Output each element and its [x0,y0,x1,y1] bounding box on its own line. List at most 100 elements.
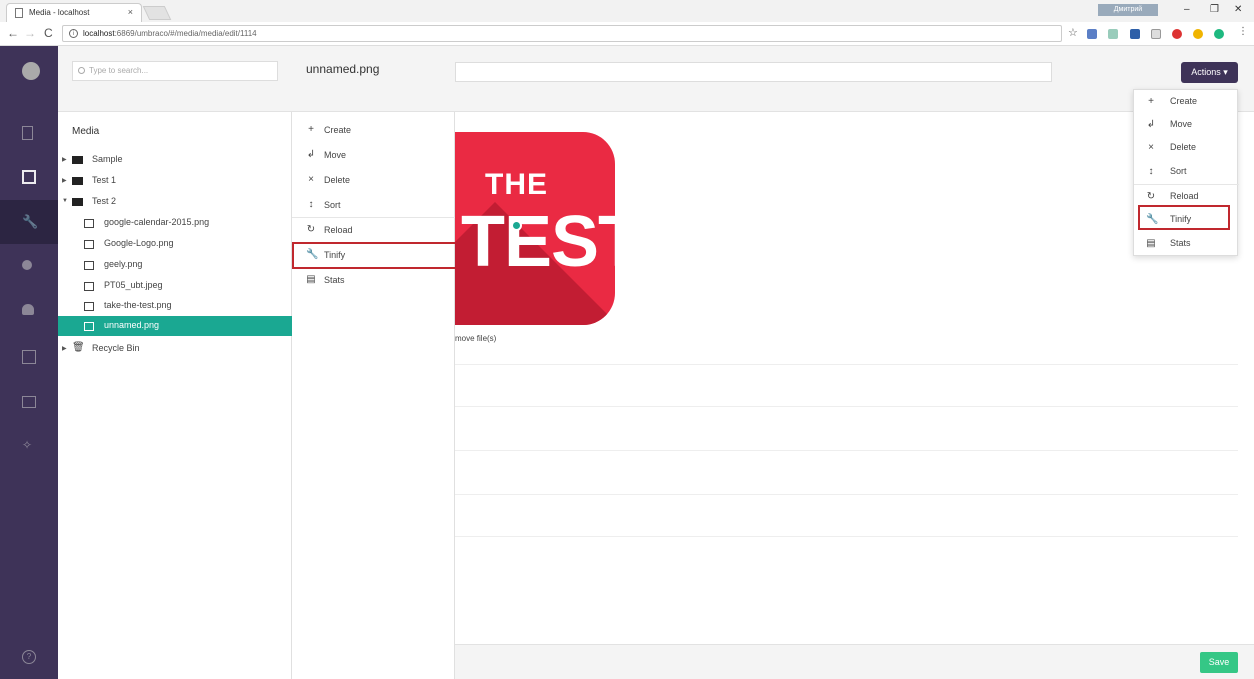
actions-dropdown: + Create ↲ Move × Delete ↕ Sort ↻ Reload… [1133,89,1239,256]
search-input[interactable]: Type to search... [72,61,278,81]
magic-wand-icon[interactable]: ✧ [22,438,36,452]
minimize-icon[interactable]: – [1184,4,1190,15]
extension-icon[interactable] [1193,29,1203,39]
extension-icon[interactable] [1130,29,1140,39]
dropdown-item-label: Stats [1170,238,1191,248]
menu-item-create[interactable]: + Create [292,118,455,143]
image-preview[interactable]: THE TEST [455,132,615,325]
dropdown-item-delete[interactable]: × Delete [1134,136,1239,159]
browser-tab[interactable]: Media - localhost × [6,3,142,22]
tree-node-label: Recycle Bin [92,343,140,353]
help-icon[interactable]: ? [22,650,36,664]
menu-kebab-icon[interactable]: ⋮ [1238,26,1248,37]
dropdown-item-label: Create [1170,96,1198,106]
move-icon: ↲ [1146,119,1156,130]
section-nav: 🔧 ✧ ? [0,46,58,679]
menu-item-sort[interactable]: ↕ Sort [292,193,455,218]
close-window-icon[interactable]: ✕ [1234,4,1242,15]
dropdown-item-label: Reload [1170,191,1199,201]
extension-icon[interactable] [1172,29,1182,39]
image-icon [84,302,94,311]
members-icon[interactable] [22,350,36,364]
menu-item-label: Move [324,150,347,160]
menu-item-delete[interactable]: × Delete [292,168,455,193]
developer-gear-icon[interactable] [22,260,32,270]
forward-icon[interactable]: → [24,26,36,40]
reload-browser-icon[interactable]: C [44,26,53,40]
tree-node-label: Test 2 [92,196,117,206]
restore-icon[interactable]: ❐ [1210,4,1219,15]
plus-icon: + [1148,96,1154,107]
tree-node-label: Test 1 [92,175,117,185]
menu-item-stats[interactable]: ▤ Stats [292,268,455,293]
reload-icon: ↻ [306,224,316,235]
row-divider [455,494,1238,495]
reload-icon: ↻ [1146,191,1156,202]
profile-badge[interactable]: Дмитрий [1098,4,1158,16]
tab-title: Media - localhost [29,8,90,17]
media-tree-panel: Type to search... Media ▶ Sample ▶ Test … [58,46,292,679]
row-divider [455,536,1238,537]
folder-icon [72,177,83,185]
tree-node-label: unnamed.png [104,320,160,330]
extension-icon[interactable] [1108,29,1118,39]
url-text: localhost:6869/umbraco/#/media/media/edi… [83,29,257,38]
settings-wrench-icon[interactable]: 🔧 [22,214,38,229]
sort-icon: ↕ [308,199,314,210]
search-placeholder: Type to search... [89,66,149,75]
close-icon[interactable]: × [128,7,133,17]
editor-footer: Save [455,644,1254,679]
actions-button[interactable]: Actions ▾ [1181,62,1238,83]
star-icon[interactable]: ☆ [1068,26,1078,39]
actions-label: Actions [1191,67,1221,77]
stats-icon: ▤ [306,274,316,285]
users-icon[interactable] [22,304,34,315]
move-icon: ↲ [306,149,316,160]
new-tab-button[interactable] [142,6,172,20]
dropdown-item-label: Move [1170,119,1193,129]
menu-item-label: Reload [324,225,353,235]
extension-icon[interactable] [1214,29,1224,39]
preview-text-the: THE [485,168,548,201]
dropdown-item-stats[interactable]: ▤ Stats [1134,232,1239,255]
menu-item-reload[interactable]: ↻ Reload [292,218,455,243]
back-icon[interactable]: ← [7,26,19,40]
tree-root-label[interactable]: Media [72,126,99,137]
avatar[interactable] [22,62,40,80]
delete-icon: × [1148,142,1154,153]
folder-icon [72,198,83,206]
menu-item-move[interactable]: ↲ Move [292,143,455,168]
dropdown-item-label: Sort [1170,166,1187,176]
image-icon [84,322,94,331]
image-icon [84,219,94,228]
remove-files-link[interactable]: move file(s) [455,334,496,343]
save-button[interactable]: Save [1200,652,1238,673]
forms-icon[interactable] [22,396,36,408]
dropdown-item-move[interactable]: ↲ Move [1134,113,1239,136]
info-icon: i [69,29,78,38]
url-input[interactable]: i localhost:6869/umbraco/#/media/media/e… [62,25,1062,42]
sort-icon: ↕ [1148,166,1154,177]
context-menu-panel: unnamed.png + Create ↲ Move × Delete ↕ S… [292,46,471,679]
tree-node-label: Sample [92,154,123,164]
menu-item-label: Create [324,125,352,135]
focal-point-handle[interactable] [511,220,522,231]
media-icon[interactable] [22,170,36,184]
image-icon [84,240,94,249]
expand-arrow-icon[interactable]: ▶ [62,177,67,184]
content-icon[interactable] [22,126,33,140]
collapse-arrow-icon[interactable]: ▼ [62,198,68,204]
dropdown-item-create[interactable]: + Create [1134,90,1239,113]
tree-node-label: Google-Logo.png [104,238,174,248]
dropdown-item-sort[interactable]: ↕ Sort [1134,160,1239,183]
expand-arrow-icon[interactable]: ▶ [62,156,67,163]
media-name-input[interactable] [455,62,1052,82]
tree-search-area: Type to search... [58,46,292,112]
extension-icon[interactable] [1151,29,1161,39]
tree-node-label: PT05_ubt.jpeg [104,280,163,290]
tree-node-label: geely.png [104,259,143,269]
folder-icon [72,156,83,164]
plus-icon: + [308,124,314,135]
extension-icon[interactable] [1087,29,1097,39]
expand-arrow-icon[interactable]: ▶ [62,345,67,352]
